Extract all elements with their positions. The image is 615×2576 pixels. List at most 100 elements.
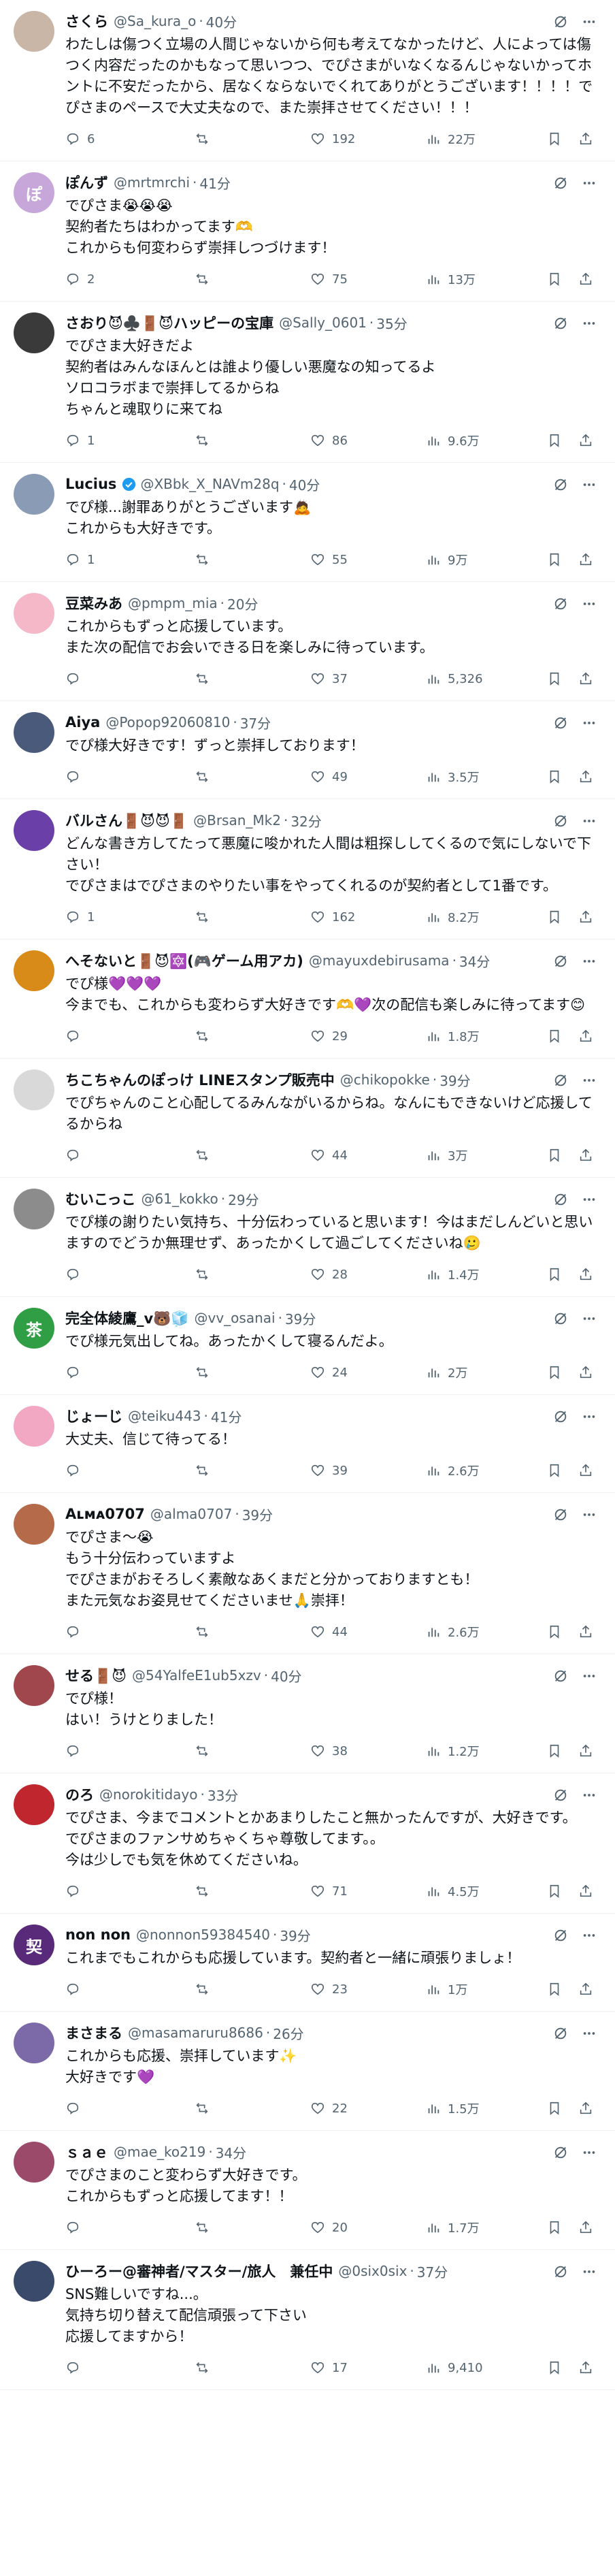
- post-time[interactable]: 35分: [376, 313, 407, 333]
- repost-button[interactable]: [195, 1267, 310, 1282]
- share-button[interactable]: [578, 1029, 593, 1044]
- avatar[interactable]: [14, 1504, 54, 1545]
- repost-button[interactable]: [195, 1029, 310, 1044]
- bookmark-button[interactable]: [547, 1624, 562, 1639]
- post-time[interactable]: 29分: [228, 1189, 259, 1209]
- more-options-icon[interactable]: [581, 1927, 597, 1944]
- user-handle[interactable]: @61_kokko: [142, 1191, 218, 1207]
- user-handle[interactable]: @norokitidayo: [99, 1786, 198, 1803]
- more-options-icon[interactable]: [581, 2144, 597, 2161]
- display-name[interactable]: ｓａｅ: [65, 2142, 108, 2162]
- repost-button[interactable]: [195, 2360, 310, 2375]
- display-name[interactable]: まさまる: [65, 2023, 122, 2043]
- user-handle[interactable]: @chikopokke: [340, 1072, 430, 1088]
- reply-button[interactable]: [65, 1884, 195, 1899]
- bookmark-button[interactable]: [547, 1982, 562, 1997]
- more-options-icon[interactable]: [581, 477, 597, 493]
- avatar[interactable]: [14, 1665, 54, 1706]
- grok-icon[interactable]: [552, 2144, 569, 2161]
- repost-button[interactable]: [195, 1743, 310, 1758]
- views-button[interactable]: 3万: [426, 1146, 542, 1164]
- repost-button[interactable]: [195, 2101, 310, 2116]
- more-options-icon[interactable]: [581, 14, 597, 30]
- post-time[interactable]: 37分: [417, 2261, 448, 2281]
- reply-post[interactable]: 豆菜みあ @pmpm_mia · 20分 これからもずっと応援しています。 また…: [0, 582, 615, 701]
- reply-post[interactable]: Aʟᴍᴀ0707 @alma0707 · 39分 でぴさま〜😭 もう十分伝わって…: [0, 1493, 615, 1654]
- bookmark-button[interactable]: [547, 909, 562, 924]
- avatar[interactable]: [14, 312, 54, 353]
- avatar[interactable]: [14, 1189, 54, 1229]
- views-button[interactable]: 5,326: [426, 671, 542, 686]
- post-time[interactable]: 39分: [439, 1070, 470, 1090]
- views-button[interactable]: 9.6万: [426, 432, 542, 449]
- repost-button[interactable]: [195, 2220, 310, 2235]
- user-handle[interactable]: @pmpm_mia: [128, 595, 218, 611]
- grok-icon[interactable]: [552, 1072, 569, 1089]
- post-time[interactable]: 33分: [207, 1785, 238, 1805]
- grok-icon[interactable]: [552, 2025, 569, 2042]
- reply-post[interactable]: ぽ ぽんず @mrtmrchi · 41分 でぴさま😭😭😭 契約者たちはわかって…: [0, 161, 615, 302]
- grok-icon[interactable]: [552, 1668, 569, 1684]
- reply-post[interactable]: まさまる @masamaruru8686 · 26分 これからも応援、崇拝してい…: [0, 2012, 615, 2131]
- user-handle[interactable]: @alma0707: [150, 1506, 232, 1522]
- reply-button[interactable]: [65, 769, 195, 784]
- user-handle[interactable]: @Brsan_Mk2: [193, 812, 281, 828]
- views-button[interactable]: 1.2万: [426, 1742, 542, 1760]
- bookmark-button[interactable]: [547, 1029, 562, 1044]
- share-button[interactable]: [578, 1267, 593, 1282]
- reply-post[interactable]: せる🚪😈 @54YalfeE1ub5xzv · 40分 でぴ様！ はい！うけとり…: [0, 1654, 615, 1773]
- share-button[interactable]: [578, 1743, 593, 1758]
- more-options-icon[interactable]: [581, 1787, 597, 1803]
- post-time[interactable]: 32分: [290, 811, 321, 831]
- more-options-icon[interactable]: [581, 813, 597, 829]
- avatar[interactable]: [14, 593, 54, 634]
- post-time[interactable]: 37分: [240, 713, 271, 732]
- bookmark-button[interactable]: [547, 769, 562, 784]
- post-time[interactable]: 39分: [285, 1308, 316, 1328]
- avatar[interactable]: ぽ: [14, 172, 54, 213]
- avatar[interactable]: 茶: [14, 1308, 54, 1349]
- reply-button[interactable]: [65, 1148, 195, 1163]
- views-button[interactable]: 9,410: [426, 2360, 542, 2375]
- reply-post[interactable]: さくら @Sa_kura_o · 40分 わたしは傷つく立場の人間じゃないから何…: [0, 0, 615, 161]
- grok-icon[interactable]: [552, 813, 569, 829]
- user-handle[interactable]: @nonnon59384540: [136, 1927, 270, 1943]
- reply-post[interactable]: Aiya @Popop92060810 · 37分 でぴ様大好きです！ずっと崇拝…: [0, 701, 615, 799]
- grok-icon[interactable]: [552, 14, 569, 30]
- reply-post[interactable]: ひーろー@審神者/マスター/旅人 兼任中 @0six0six · 37分 SNS…: [0, 2250, 615, 2390]
- share-button[interactable]: [578, 769, 593, 784]
- display-name[interactable]: Aiya: [65, 714, 100, 730]
- bookmark-button[interactable]: [547, 671, 562, 686]
- views-button[interactable]: 1万: [426, 1980, 542, 1998]
- views-button[interactable]: 4.5万: [426, 1882, 542, 1900]
- grok-icon[interactable]: [552, 2264, 569, 2280]
- share-button[interactable]: [578, 1982, 593, 1997]
- like-button[interactable]: 17: [310, 2360, 426, 2375]
- share-button[interactable]: [578, 1884, 593, 1899]
- bookmark-button[interactable]: [547, 1743, 562, 1758]
- share-button[interactable]: [578, 552, 593, 567]
- reply-button[interactable]: 1: [65, 909, 195, 924]
- bookmark-button[interactable]: [547, 433, 562, 448]
- reply-post[interactable]: のろ @norokitidayo · 33分 でぴさま、今までコメントとかあまり…: [0, 1773, 615, 1914]
- like-button[interactable]: 20: [310, 2220, 426, 2235]
- like-button[interactable]: 71: [310, 1884, 426, 1899]
- display-name[interactable]: のろ: [65, 1784, 94, 1805]
- share-button[interactable]: [578, 433, 593, 448]
- display-name[interactable]: ひーろー@審神者/マスター/旅人 兼任中: [65, 2261, 333, 2281]
- user-handle[interactable]: @XBbk_X_NAVm28q: [140, 476, 279, 492]
- reply-post[interactable]: ちこちゃんのぽっけ LINEスタンプ販売中 @chikopokke · 39分 …: [0, 1059, 615, 1178]
- views-button[interactable]: 2.6万: [426, 1623, 542, 1641]
- grok-icon[interactable]: [552, 1310, 569, 1327]
- avatar[interactable]: [14, 2023, 54, 2063]
- reply-button[interactable]: 1: [65, 433, 195, 448]
- repost-button[interactable]: [195, 1624, 310, 1639]
- more-options-icon[interactable]: [581, 1191, 597, 1208]
- more-options-icon[interactable]: [581, 596, 597, 612]
- share-button[interactable]: [578, 1463, 593, 1478]
- grok-icon[interactable]: [552, 477, 569, 493]
- user-handle[interactable]: @teiku443: [128, 1408, 201, 1424]
- post-time[interactable]: 40分: [206, 12, 237, 31]
- avatar[interactable]: [14, 1069, 54, 1110]
- bookmark-button[interactable]: [547, 2220, 562, 2235]
